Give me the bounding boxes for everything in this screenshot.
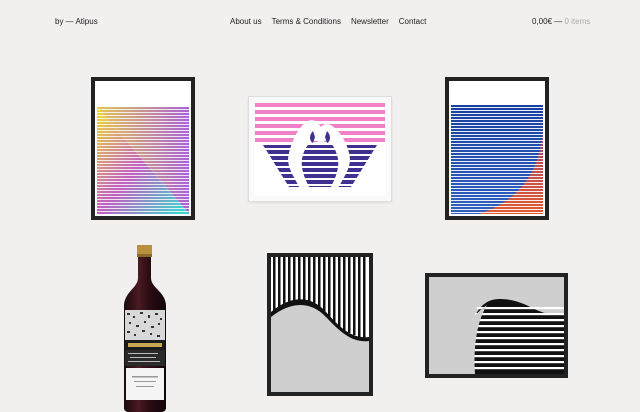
print-artwork [429, 277, 564, 374]
product-print-blue-red-curve[interactable] [445, 77, 549, 220]
cart-summary[interactable]: 0,00€ — 0 items [532, 17, 590, 26]
wave-stripes-art [429, 277, 564, 374]
nav-contact[interactable]: Contact [399, 17, 427, 26]
stripes-wave-art [271, 257, 369, 392]
main-nav: About us Terms & Conditions Newsletter C… [230, 17, 426, 26]
blue-red-curve-art [451, 105, 543, 214]
gradient-triangle-art [97, 107, 189, 216]
cart-total: 0,00€ [532, 17, 553, 26]
nav-about-us[interactable]: About us [230, 17, 262, 26]
brand-logo[interactable]: by — Atipus [55, 17, 98, 26]
print-artwork [95, 81, 191, 216]
product-print-stripes-wave[interactable] [267, 253, 373, 396]
nav-newsletter[interactable]: Newsletter [351, 17, 389, 26]
cart-item-count: 0 items [564, 17, 591, 26]
site-header: by — Atipus About us Terms & Conditions … [0, 0, 640, 44]
print-artwork [449, 81, 545, 216]
product-print-flamingos[interactable] [249, 97, 391, 201]
product-print-wave-stripes[interactable] [425, 273, 568, 378]
wine-bottle-image [124, 245, 166, 412]
cart-separator: — [552, 17, 565, 26]
flamingos-art [255, 102, 385, 196]
print-artwork [271, 257, 369, 392]
nav-terms[interactable]: Terms & Conditions [272, 17, 341, 26]
product-print-gradient-triangle[interactable] [91, 77, 195, 220]
product-wine-bottle[interactable] [100, 240, 190, 412]
